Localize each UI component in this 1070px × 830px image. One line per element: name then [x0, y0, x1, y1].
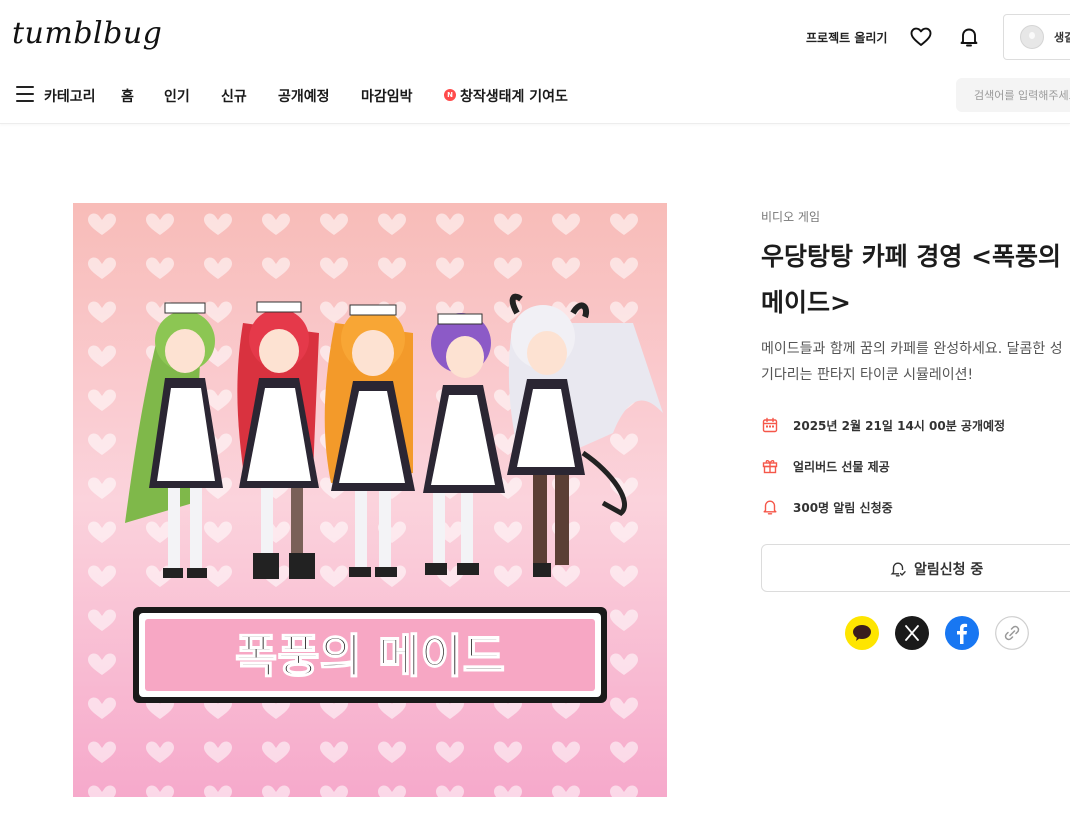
- hamburger-menu-icon[interactable]: [16, 86, 34, 102]
- project-title: 우당탕탕 카페 경영 <폭풍의 메이드>: [761, 234, 1070, 326]
- bell-icon: [763, 500, 777, 515]
- bell-check-icon: [890, 562, 906, 577]
- category-menu-label[interactable]: 카테고리: [44, 86, 96, 106]
- heart-icon[interactable]: [909, 25, 933, 49]
- link-copy-icon[interactable]: [995, 616, 1029, 650]
- notification-count-text: 300명 알림 신청중: [793, 501, 893, 515]
- notification-subscribe-button[interactable]: 알림신청 중: [761, 544, 1070, 592]
- project-cover-image[interactable]: 폭풍의 메이드: [73, 203, 667, 797]
- new-badge: N: [444, 89, 456, 101]
- project-description-line1: 메이드들과 함께 꿈의 카페를 완성하세요. 달콤한 성: [761, 341, 1063, 357]
- kakaotalk-share-icon[interactable]: [845, 616, 879, 650]
- cover-title-art: 폭풍의 메이드: [235, 629, 505, 683]
- profile-button[interactable]: 생길: [1003, 14, 1070, 60]
- category-nav: 카테고리 홈 인기 신규 공개예정 마감임박 N 창작생태계 기여도: [0, 80, 1070, 110]
- project-title-line1: 우당탕탕 카페 경영 <폭풍의: [761, 242, 1062, 271]
- nav-item-popular[interactable]: 인기: [164, 86, 190, 106]
- project-description: 메이드들과 함께 꿈의 카페를 완성하세요. 달콤한 성 기다리는 판타지 타이…: [761, 336, 1070, 388]
- gift-icon: [762, 460, 778, 474]
- top-navigation-bar: tumblbug 프로젝트 올리기 생길 카테고리 홈 인기 신규 공개예정 마…: [0, 0, 1070, 124]
- nav-item-home[interactable]: 홈: [121, 86, 134, 106]
- profile-name: 생길: [1054, 31, 1070, 44]
- notification-subscribe-label: 알림신청 중: [914, 562, 984, 578]
- tumblbug-logo[interactable]: tumblbug: [12, 16, 162, 51]
- upload-project-link[interactable]: 프로젝트 올리기: [806, 29, 887, 46]
- bell-icon[interactable]: [957, 25, 981, 49]
- nav-item-creator-ecosystem[interactable]: 창작생태계 기여도: [460, 86, 568, 106]
- nav-item-upcoming[interactable]: 공개예정: [278, 86, 330, 106]
- x-share-icon[interactable]: [895, 616, 929, 650]
- project-description-line2: 기다리는 판타지 타이쿤 시뮬레이션!: [761, 367, 974, 383]
- nav-item-closing-soon[interactable]: 마감임박: [361, 86, 413, 106]
- avatar: [1020, 25, 1044, 49]
- project-title-line2: 메이드>: [761, 288, 851, 317]
- calendar-icon: [762, 417, 778, 433]
- launch-date-text: 2025년 2월 21일 14시 00분 공개예정: [793, 419, 1006, 433]
- project-category[interactable]: 비디오 게임: [761, 208, 820, 225]
- facebook-share-icon[interactable]: [945, 616, 979, 650]
- nav-item-new[interactable]: 신규: [221, 86, 247, 106]
- early-bird-text: 얼리버드 선물 제공: [793, 460, 890, 474]
- search-input[interactable]: [956, 78, 1070, 112]
